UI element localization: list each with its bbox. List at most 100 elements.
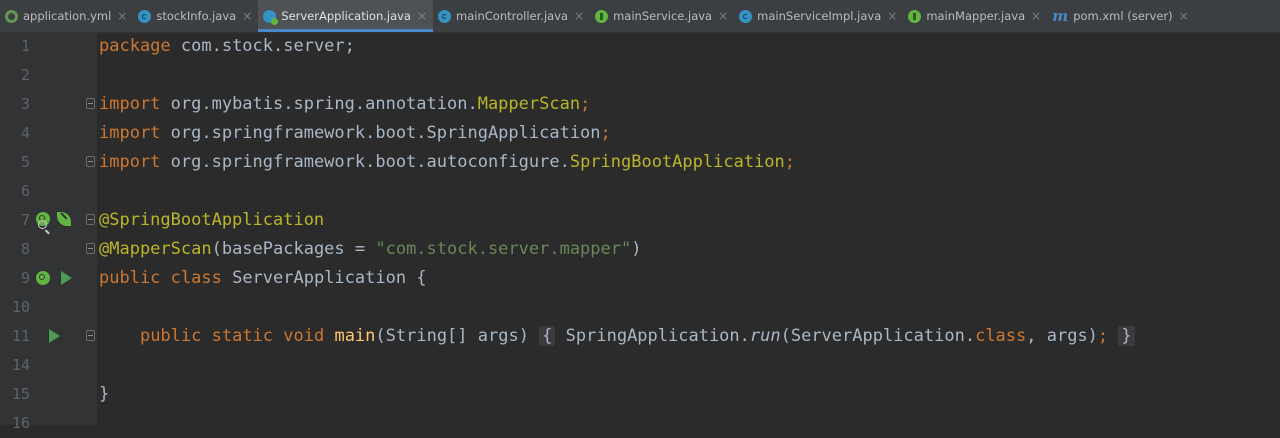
- tab-mainserviceimpl-java[interactable]: mainServiceImpl.java ×: [734, 0, 903, 32]
- code-text: }: [99, 380, 109, 409]
- tab-maincontroller-java[interactable]: mainController.java ×: [433, 0, 590, 32]
- fold-marker-icon[interactable]: [86, 243, 95, 254]
- tab-label: ServerApplication.java: [281, 9, 411, 23]
- code-segment: }: [99, 384, 110, 404]
- code-segment: SpringApplication.: [555, 326, 750, 346]
- run-icon[interactable]: [49, 329, 60, 343]
- code-text: package com.stock.server;: [99, 32, 355, 61]
- close-icon[interactable]: ×: [887, 9, 897, 23]
- fold-marker-icon[interactable]: [86, 156, 95, 167]
- maven-icon: m: [1052, 6, 1069, 25]
- code-segment: (String[] args): [375, 326, 540, 346]
- code-segment: , args): [1026, 326, 1098, 346]
- tab-mainmapper-java[interactable]: mainMapper.java ×: [903, 0, 1047, 32]
- class-icon: [438, 9, 452, 23]
- annotation: @SpringBootApplication: [99, 210, 325, 230]
- keyword: import: [99, 123, 161, 143]
- close-icon[interactable]: ×: [242, 9, 252, 23]
- code-line: 4 import org.springframework.boot.Spring…: [0, 119, 1280, 148]
- tab-pom-xml[interactable]: m pom.xml (server) ×: [1047, 0, 1195, 32]
- line-number: 8: [20, 240, 30, 258]
- code-segment: org.springframework.boot.autoconfigure.: [160, 152, 570, 172]
- code-line: 8 @MapperScan(basePackages = "com.stock.…: [0, 235, 1280, 264]
- code-segment: (ServerApplication.: [780, 326, 976, 346]
- line-number: 5: [20, 153, 30, 171]
- interface-icon: [595, 9, 609, 23]
- yml-file-icon: [5, 9, 18, 23]
- semicolon: ;: [784, 152, 796, 172]
- keyword: class: [975, 326, 1027, 346]
- tab-label: stockInfo.java: [156, 9, 237, 23]
- code-text: @SpringBootApplication: [99, 206, 324, 235]
- semicolon: ;: [1097, 326, 1109, 346]
- tab-label: mainServiceImpl.java: [757, 9, 882, 23]
- code-line: 1 package com.stock.server;: [0, 32, 1280, 61]
- code-line: 6: [0, 177, 1280, 206]
- line-number: 14: [11, 356, 30, 374]
- code-line: 11 public static void main(String[] args…: [0, 322, 1280, 351]
- keyword: import: [99, 94, 161, 114]
- tab-label: application.yml: [23, 9, 112, 23]
- code-text: import org.springframework.boot.autoconf…: [99, 148, 795, 177]
- line-number: 7: [20, 211, 30, 229]
- code-line: 10: [0, 293, 1280, 322]
- spring-leaf-icon[interactable]: [57, 212, 71, 226]
- tab-label: mainService.java: [613, 9, 713, 23]
- close-icon[interactable]: ×: [417, 9, 427, 23]
- line-number: 1: [20, 37, 30, 55]
- folded-brace[interactable]: {: [539, 326, 556, 346]
- string-literal: "com.stock.server.mapper": [375, 239, 632, 259]
- fold-marker-icon[interactable]: [86, 330, 95, 341]
- semicolon: ;: [580, 94, 591, 114]
- code-line: 16: [0, 409, 1280, 438]
- code-text: import org.mybatis.spring.annotation.Map…: [99, 90, 590, 119]
- close-icon[interactable]: ×: [574, 9, 584, 23]
- editor-tab-bar: application.yml × stockInfo.java × Serve…: [0, 0, 1280, 33]
- fold-marker-icon[interactable]: [86, 98, 95, 109]
- line-number: 3: [20, 95, 30, 113]
- code-line: 2: [0, 61, 1280, 90]
- class-name: SpringBootApplication: [569, 152, 785, 172]
- keyword: package: [99, 36, 171, 56]
- spring-bean-icon[interactable]: [36, 271, 50, 285]
- method-name: main: [324, 326, 376, 346]
- line-number: 11: [11, 327, 30, 345]
- fold-marker-icon[interactable]: [86, 214, 95, 225]
- code-text: public static void main(String[] args) {…: [99, 322, 1135, 351]
- code-segment: ): [631, 239, 642, 259]
- code-text: import org.springframework.boot.SpringAp…: [99, 119, 611, 148]
- folded-brace[interactable]: }: [1118, 326, 1135, 346]
- keyword: public: [99, 268, 161, 288]
- code-line: 5 import org.springframework.boot.autoco…: [0, 148, 1280, 177]
- line-number: 4: [20, 124, 30, 142]
- close-icon[interactable]: ×: [1179, 9, 1189, 23]
- keyword: static: [201, 326, 274, 346]
- spring-boot-class-icon: [263, 9, 279, 25]
- line-number: 6: [20, 182, 30, 200]
- tab-label: pom.xml (server): [1073, 9, 1173, 23]
- code-segment: org.mybatis.spring.annotation.: [160, 94, 478, 114]
- close-icon[interactable]: ×: [117, 9, 127, 23]
- keyword: public: [139, 326, 202, 346]
- run-icon[interactable]: [61, 271, 72, 285]
- code-segment: org.springframework.boot.SpringApplicati…: [160, 123, 601, 143]
- tab-application-yml[interactable]: application.yml ×: [0, 0, 133, 32]
- line-number: 15: [11, 385, 30, 403]
- code-text: @MapperScan(basePackages = "com.stock.se…: [99, 235, 641, 264]
- line-number: 2: [20, 66, 30, 84]
- close-icon[interactable]: ×: [718, 9, 728, 23]
- tab-label: mainController.java: [456, 9, 569, 23]
- class-icon: [138, 9, 152, 23]
- code-segment: com.stock.server;: [170, 36, 355, 56]
- code-line: 14: [0, 351, 1280, 380]
- line-number: 9: [20, 269, 30, 287]
- tab-serverapplication-java[interactable]: ServerApplication.java ×: [258, 0, 434, 32]
- close-icon[interactable]: ×: [1031, 9, 1041, 23]
- search-icon: [38, 220, 47, 229]
- tab-mainservice-java[interactable]: mainService.java ×: [590, 0, 734, 32]
- keyword: void: [273, 326, 325, 346]
- annotation: @MapperScan: [99, 239, 212, 259]
- tab-stockinfo-java[interactable]: stockInfo.java ×: [133, 0, 258, 32]
- code-line: 7 @SpringBootApplication: [0, 206, 1280, 235]
